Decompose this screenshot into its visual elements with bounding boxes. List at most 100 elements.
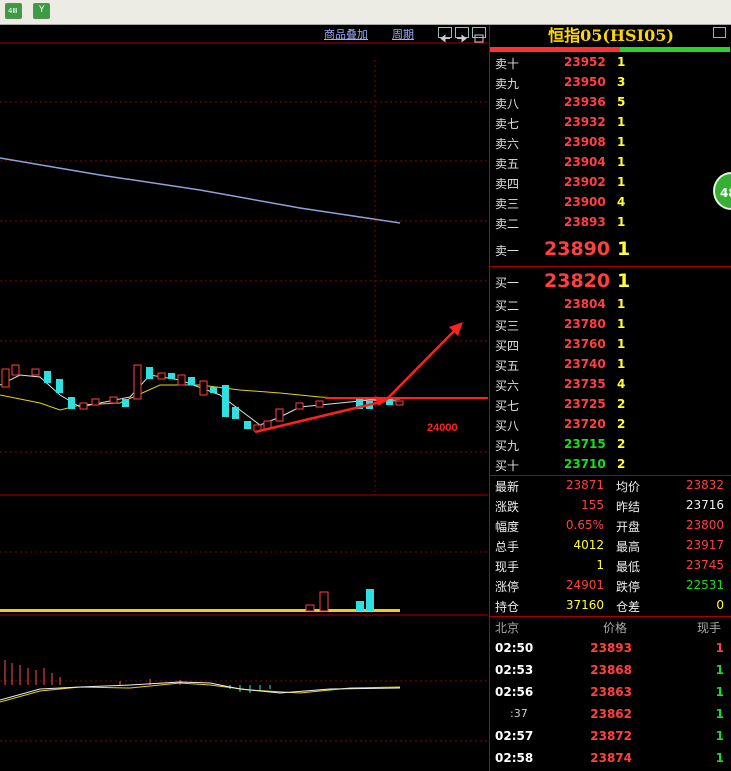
stat-label: 最低 (616, 560, 641, 574)
candle (31, 368, 40, 376)
stat-row: 涨跌 155 昨结 23716 (490, 498, 731, 518)
stat-label: 仓差 (616, 600, 641, 614)
stat-value: 23716 (685, 498, 724, 512)
candle (275, 408, 284, 422)
bid-row[interactable]: 买七 23725 2 (490, 397, 731, 417)
ask-volume: 1 (617, 115, 626, 129)
bid-price: 23804 (564, 297, 606, 311)
bid-price: 23715 (564, 437, 606, 451)
bid-label: 买七 (495, 399, 520, 413)
stat-label: 现手 (495, 560, 520, 574)
bid-row[interactable]: 买二 23804 1 (490, 297, 731, 317)
ask-row[interactable]: 卖六 23908 1 (490, 135, 731, 155)
ask-volume: 1 (617, 175, 626, 189)
ask-price: 23900 (564, 195, 606, 209)
tick-time: 02:58 (495, 751, 534, 765)
stat-value: 23745 (685, 558, 724, 572)
price-annotation: 24000 (427, 422, 458, 434)
candle (44, 371, 51, 383)
stat-label: 涨跌 (495, 500, 520, 514)
ask-row[interactable]: 卖四 23902 1 (490, 175, 731, 195)
stat-label: 持仓 (495, 600, 520, 614)
bid-row[interactable]: 买六 23735 4 (490, 377, 731, 397)
tick-price: 23862 (590, 707, 632, 721)
candle (315, 400, 324, 408)
ticks-header: 北京 价格 现手 (495, 621, 722, 635)
stat-label: 最新 (495, 480, 520, 494)
tick-volume: 1 (715, 685, 724, 699)
stat-row: 最新 23871 均价 23832 (490, 478, 731, 498)
ask-volume: 1 (617, 55, 626, 69)
candle (177, 374, 186, 386)
candle (232, 407, 239, 419)
ask-label: 卖七 (495, 117, 520, 131)
stat-value: 1 (596, 558, 604, 572)
instrument-title: 恒指05(HSI05) (548, 26, 674, 45)
bid-volume: 2 (617, 437, 626, 451)
stat-label: 最高 (616, 540, 641, 554)
ask-volume: 5 (617, 95, 626, 109)
bid-row[interactable]: 买五 23740 1 (490, 357, 731, 377)
tick-volume: 1 (715, 729, 724, 743)
candle (168, 373, 175, 379)
tick-volume: 1 (715, 751, 724, 765)
stat-row: 幅度 0.65% 开盘 23800 (490, 518, 731, 538)
maximize-button[interactable] (713, 27, 726, 38)
ask-row[interactable]: 卖三 23900 4 (490, 195, 731, 215)
bid-label: 买四 (495, 339, 520, 353)
candle (133, 364, 142, 400)
ask-row[interactable]: 卖七 23932 1 (490, 115, 731, 135)
ask-price: 23952 (564, 55, 606, 69)
stat-label: 涨停 (495, 580, 520, 594)
stat-label: 跌停 (616, 580, 641, 594)
bid-volume: 2 (617, 417, 626, 431)
candle (222, 385, 229, 417)
tick-row: 02:53 23868 1 (490, 663, 731, 683)
ask-label: 卖一 (495, 244, 520, 258)
ask-row[interactable]: 卖十 23952 1 (490, 55, 731, 75)
chart-area[interactable]: 商品叠加 周期 24000 (0, 25, 488, 771)
tick-row: :37 23862 1 (490, 707, 731, 727)
bid-volume: 4 (617, 377, 626, 391)
stat-label: 昨结 (616, 500, 641, 514)
bid-row[interactable]: 买四 23760 1 (490, 337, 731, 357)
stat-value: 22531 (685, 578, 724, 592)
bid-label: 买九 (495, 439, 520, 453)
tick-time: 02:53 (495, 663, 534, 677)
ask-price: 23890 (544, 238, 611, 260)
candle (199, 380, 208, 396)
candle (11, 364, 20, 376)
ask-volume: 3 (617, 75, 626, 89)
ask-row[interactable]: 卖九 23950 3 (490, 75, 731, 95)
filter-button[interactable]: Y (33, 3, 50, 19)
ma-long-line (0, 157, 401, 224)
tick-time: :37 (510, 707, 528, 720)
dea-line (0, 682, 401, 703)
bid-row[interactable]: 买三 23780 1 (490, 317, 731, 337)
bid-label: 买二 (495, 299, 520, 313)
bid-label: 买三 (495, 319, 520, 333)
bid-row[interactable]: 买八 23720 2 (490, 417, 731, 437)
bid-row[interactable]: 买十 23710 2 (490, 457, 731, 477)
bid-price: 23710 (564, 457, 606, 471)
ask-row[interactable]: 卖一 23890 1 (490, 238, 731, 260)
stat-value: 24901 (565, 578, 604, 592)
ask-row[interactable]: 卖八 23936 5 (490, 95, 731, 115)
stat-value: 23871 (565, 478, 604, 492)
tick-price: 23868 (590, 663, 632, 677)
bid-row[interactable]: 买九 23715 2 (490, 437, 731, 457)
toolbar: 4Ⅲ Y (0, 0, 731, 25)
bid-row[interactable]: 买一 23820 1 (490, 270, 731, 292)
stat-row: 总手 4012 最高 23917 (490, 538, 731, 558)
ask-volume: 1 (617, 135, 626, 149)
ask-label: 卖八 (495, 97, 520, 111)
bid-volume: 1 (617, 297, 626, 311)
ask-row[interactable]: 卖五 23904 1 (490, 155, 731, 175)
chart-mode-button[interactable]: 4Ⅲ (5, 3, 22, 19)
bid-label: 买五 (495, 359, 520, 373)
ask-row[interactable]: 卖二 23893 1 (490, 215, 731, 235)
candle (146, 367, 153, 379)
candle (210, 387, 217, 393)
bid-price: 23725 (564, 397, 606, 411)
bid-price: 23735 (564, 377, 606, 391)
